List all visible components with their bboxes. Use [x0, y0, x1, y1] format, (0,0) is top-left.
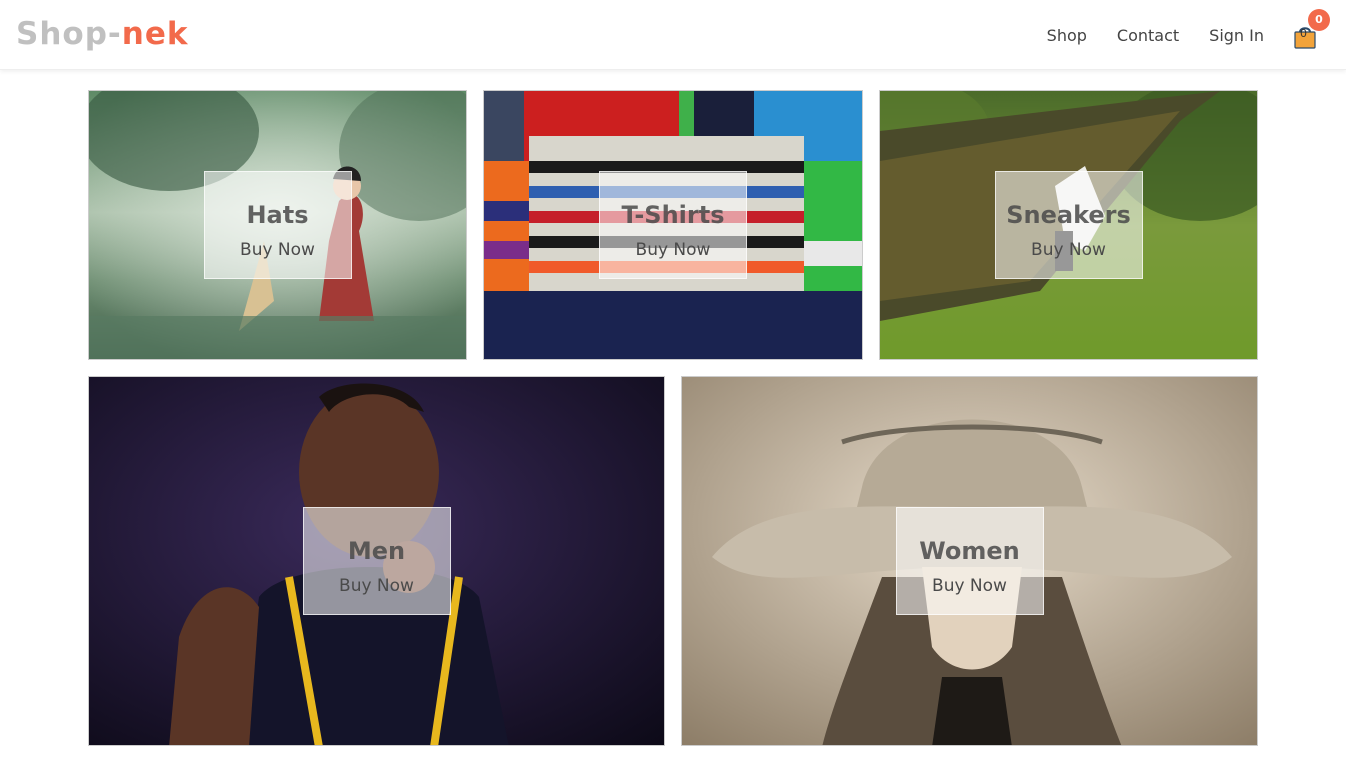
nav-sign-in-link[interactable]: Sign In	[1209, 26, 1264, 45]
brand-logo-part2: nek	[121, 16, 189, 52]
category-title: T-Shirts	[621, 201, 725, 229]
sneakers-overlay: Sneakers Buy Now	[994, 171, 1143, 279]
buy-now-link[interactable]: Buy Now	[600, 240, 746, 260]
category-tile-women[interactable]: Women Buy Now	[681, 376, 1258, 746]
category-title: Men	[347, 537, 406, 565]
nav-shop-link[interactable]: Shop	[1047, 26, 1087, 45]
men-overlay: Men Buy Now	[302, 507, 451, 615]
category-title: Sneakers	[1006, 201, 1131, 229]
women-overlay: Women Buy Now	[895, 507, 1044, 615]
category-tile-sneakers[interactable]: Sneakers Buy Now	[879, 90, 1258, 360]
hats-overlay: Hats Buy Now	[203, 171, 352, 279]
buy-now-link[interactable]: Buy Now	[205, 240, 351, 260]
brand-logo[interactable]: Shop-nek	[16, 14, 188, 54]
brand-logo-part1: Shop-	[16, 16, 122, 52]
buy-now-link[interactable]: Buy Now	[897, 576, 1043, 596]
category-tile-men[interactable]: Men Buy Now	[88, 376, 665, 746]
buy-now-link[interactable]: Buy Now	[996, 240, 1142, 260]
nav-contact-link[interactable]: Contact	[1117, 26, 1179, 45]
category-title: Women	[919, 537, 1020, 565]
cart-badge: 0	[1308, 9, 1330, 31]
site-header: Shop-nek Shop Contact Sign In 0 0	[0, 0, 1346, 70]
buy-now-link[interactable]: Buy Now	[304, 576, 450, 596]
category-title: Hats	[246, 201, 309, 229]
cart-count: 0	[1300, 27, 1307, 40]
cart-button[interactable]: 0 0	[1294, 9, 1330, 49]
category-tile-tshirts[interactable]: T-Shirts Buy Now	[483, 90, 863, 360]
main-nav: Shop Contact Sign In 0 0	[1017, 0, 1330, 70]
tshirts-overlay: T-Shirts Buy Now	[599, 171, 747, 279]
category-tile-hats[interactable]: Hats Buy Now	[88, 90, 467, 360]
